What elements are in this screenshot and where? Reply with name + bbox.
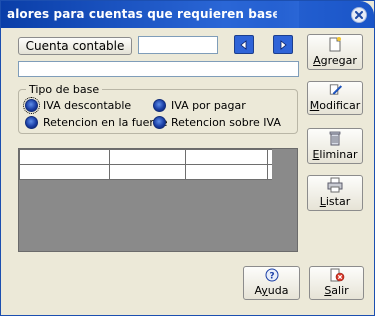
tipo-de-base-legend: Tipo de base <box>26 83 103 96</box>
edit-pencil-icon <box>329 84 342 95</box>
listar-button[interactable]: Listar <box>307 175 363 211</box>
radio-iva-por-pagar-label: IVA por pagar <box>171 98 246 112</box>
agregar-label: Agregar <box>313 54 357 67</box>
cuenta-contable-label: Cuenta contable <box>25 39 125 53</box>
radio-iva-por-pagar[interactable]: IVA por pagar <box>153 98 246 112</box>
new-document-icon <box>329 37 341 52</box>
radio-retencion-iva[interactable]: Retencion sobre IVA <box>153 115 281 129</box>
table-row[interactable] <box>19 164 272 180</box>
radio-iva-descontable[interactable]: IVA descontable <box>23 96 132 114</box>
title-bar[interactable]: alores para cuentas que requieren base d… <box>1 1 374 28</box>
table-cell[interactable] <box>185 149 269 165</box>
arrow-left-icon <box>240 39 247 50</box>
table-cell[interactable] <box>108 164 187 180</box>
close-icon <box>355 11 363 19</box>
radio-retencion-iva-dot <box>153 115 166 129</box>
modificar-button[interactable]: Modificar <box>307 81 363 115</box>
table-cell[interactable] <box>266 164 272 180</box>
radio-iva-descontable-dot <box>23 96 40 114</box>
printer-icon <box>327 177 343 193</box>
radio-iva-por-pagar-dot <box>153 98 166 112</box>
close-button[interactable] <box>351 7 367 23</box>
next-button[interactable] <box>273 35 293 54</box>
title-fade <box>271 1 299 28</box>
grid-table <box>19 149 272 180</box>
table-row[interactable] <box>19 149 272 165</box>
table-cell[interactable] <box>266 149 272 165</box>
modificar-label: Modificar <box>309 99 361 112</box>
ayuda-button[interactable]: ? Ayuda <box>243 266 300 300</box>
eliminar-label: Eliminar <box>312 148 358 161</box>
table-cell[interactable] <box>19 164 110 180</box>
radio-iva-descontable-label: IVA descontable <box>43 98 132 112</box>
cuenta-description-field[interactable] <box>18 61 299 77</box>
cuenta-code-input[interactable] <box>138 36 218 54</box>
trash-icon <box>329 131 341 146</box>
radio-retencion-iva-label: Retencion sobre IVA <box>171 115 281 129</box>
previous-button[interactable] <box>234 35 254 54</box>
radio-retencion-fuente-dot <box>25 115 38 129</box>
data-grid[interactable] <box>18 148 298 252</box>
eliminar-button[interactable]: Eliminar <box>307 128 363 164</box>
exit-icon <box>330 268 344 282</box>
cuenta-contable-button[interactable]: Cuenta contable <box>18 37 132 55</box>
agregar-button[interactable]: Agregar <box>307 34 363 70</box>
table-cell[interactable] <box>19 149 110 165</box>
svg-text:?: ? <box>269 272 274 282</box>
help-icon: ? <box>265 268 278 282</box>
radio-retencion-fuente[interactable]: Retencion en la fuente <box>25 115 167 129</box>
salir-label: Salir <box>324 284 349 297</box>
ayuda-label: Ayuda <box>254 284 289 297</box>
salir-button[interactable]: Salir <box>309 266 364 300</box>
radio-retencion-fuente-label: Retencion en la fuente <box>43 115 168 129</box>
window-title: alores para cuentas que requieren base d… <box>7 7 277 21</box>
table-cell[interactable] <box>185 164 269 180</box>
arrow-right-icon <box>280 39 287 50</box>
table-cell[interactable] <box>108 149 187 165</box>
dialog-window: alores para cuentas que requieren base d… <box>0 0 375 316</box>
listar-label: Listar <box>319 195 351 208</box>
